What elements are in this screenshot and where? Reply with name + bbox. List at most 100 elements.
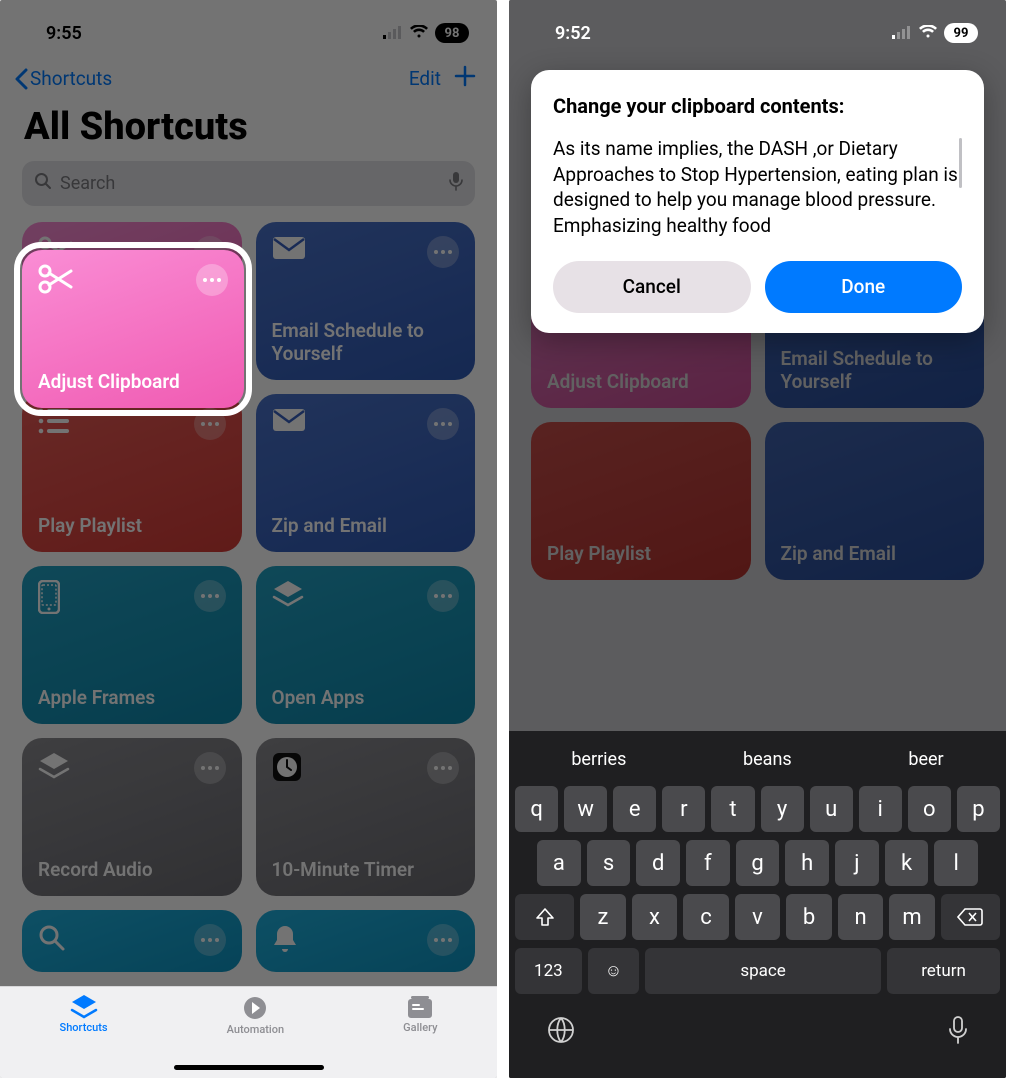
clock-icon	[272, 752, 302, 786]
suggestion-bar: berries beans beer	[509, 741, 1006, 782]
key-m[interactable]: m	[889, 894, 935, 940]
dialog-title: Change your clipboard contents:	[553, 94, 962, 118]
status-time: 9:55	[46, 23, 82, 44]
shortcut-label: Email Schedule to Yourself	[272, 320, 460, 366]
shortcut-card[interactable]: Open Apps	[256, 566, 476, 724]
shortcut-card[interactable]: Record Audio	[22, 738, 242, 896]
edit-button[interactable]: Edit	[409, 67, 441, 90]
phone-frame-icon	[38, 580, 60, 618]
more-icon[interactable]	[427, 408, 459, 440]
more-icon[interactable]	[427, 752, 459, 784]
add-button[interactable]	[453, 64, 477, 93]
more-icon[interactable]	[427, 924, 459, 956]
emoji-key[interactable]: ☺	[588, 948, 639, 994]
shortcut-card-highlight[interactable]: Adjust Clipboard	[22, 250, 244, 408]
more-icon[interactable]	[427, 580, 459, 612]
search-placeholder: Search	[60, 173, 115, 194]
more-icon[interactable]	[194, 408, 226, 440]
more-icon[interactable]	[194, 752, 226, 784]
shortcut-card[interactable]: Zip and Email	[256, 394, 476, 552]
key-y[interactable]: y	[761, 786, 804, 832]
back-label: Shortcuts	[30, 67, 112, 90]
key-s[interactable]: s	[587, 840, 631, 886]
shortcut-label: Open Apps	[272, 687, 460, 710]
suggestion[interactable]: berries	[571, 749, 626, 770]
key-w[interactable]: w	[564, 786, 607, 832]
key-c[interactable]: c	[683, 894, 729, 940]
more-icon[interactable]	[427, 236, 459, 268]
key-q[interactable]: q	[515, 786, 558, 832]
key-v[interactable]: v	[735, 894, 781, 940]
wifi-icon	[918, 23, 938, 44]
key-t[interactable]: t	[711, 786, 754, 832]
wifi-icon	[409, 23, 429, 44]
tab-gallery[interactable]: Gallery	[403, 995, 437, 1078]
done-button[interactable]: Done	[765, 261, 963, 313]
shortcut-card[interactable]: Play Playlist	[22, 394, 242, 552]
key-g[interactable]: g	[736, 840, 780, 886]
shortcut-card[interactable]: Apple Frames	[22, 566, 242, 724]
shortcut-card[interactable]	[22, 910, 242, 972]
key-r[interactable]: r	[662, 786, 705, 832]
key-x[interactable]: x	[632, 894, 678, 940]
shortcut-label: Record Audio	[38, 859, 226, 882]
scrollbar-thumb[interactable]	[959, 138, 962, 188]
shortcut-card: Zip and Email	[765, 422, 985, 580]
status-bar: 9:52 99	[509, 0, 1006, 54]
status-time: 9:52	[555, 23, 591, 44]
envelope-icon	[272, 408, 306, 436]
key-u[interactable]: u	[810, 786, 853, 832]
battery-badge: 99	[944, 23, 978, 43]
key-a[interactable]: a	[537, 840, 581, 886]
dictation-icon[interactable]	[948, 1016, 968, 1048]
cell-signal-icon	[892, 23, 912, 44]
shortcut-card[interactable]: 10-Minute Timer	[256, 738, 476, 896]
prompt-dialog: Change your clipboard contents: As its n…	[531, 70, 984, 333]
shift-key[interactable]	[515, 894, 574, 940]
key-b[interactable]: b	[786, 894, 832, 940]
return-key[interactable]: return	[887, 948, 1000, 994]
search-icon	[34, 172, 52, 195]
backspace-key[interactable]	[941, 894, 1000, 940]
shortcut-label: Play Playlist	[38, 515, 226, 538]
key-i[interactable]: i	[859, 786, 902, 832]
dialog-textarea[interactable]: As its name implies, the DASH ,or Dietar…	[553, 136, 962, 239]
key-h[interactable]: h	[785, 840, 829, 886]
shortcut-card: Play Playlist	[531, 422, 751, 580]
space-key[interactable]: space	[645, 948, 881, 994]
layers-icon	[38, 752, 70, 784]
shortcut-card[interactable]: Email Schedule to Yourself	[256, 222, 476, 380]
key-p[interactable]: p	[957, 786, 1000, 832]
key-f[interactable]: f	[686, 840, 730, 886]
key-l[interactable]: l	[934, 840, 978, 886]
bell-icon	[272, 924, 298, 958]
keyboard: berries beans beer q w e r t y u i o p a…	[509, 731, 1006, 1078]
back-button[interactable]: Shortcuts	[14, 67, 112, 90]
cell-signal-icon	[383, 23, 403, 44]
key-z[interactable]: z	[580, 894, 626, 940]
page-title: All Shortcuts	[0, 101, 497, 161]
search-input[interactable]: Search	[22, 161, 475, 206]
key-d[interactable]: d	[636, 840, 680, 886]
tab-shortcuts[interactable]: Shortcuts	[60, 995, 108, 1078]
key-n[interactable]: n	[838, 894, 884, 940]
home-indicator[interactable]	[174, 1065, 324, 1070]
shortcut-card[interactable]	[256, 910, 476, 972]
key-j[interactable]: j	[835, 840, 879, 886]
numbers-key[interactable]: 123	[515, 948, 582, 994]
key-k[interactable]: k	[885, 840, 929, 886]
key-e[interactable]: e	[613, 786, 656, 832]
more-icon[interactable]	[194, 924, 226, 956]
globe-icon[interactable]	[547, 1016, 575, 1048]
key-o[interactable]: o	[908, 786, 951, 832]
envelope-icon	[272, 236, 306, 264]
mic-icon[interactable]	[449, 171, 463, 196]
suggestion[interactable]: beans	[743, 749, 792, 770]
suggestion[interactable]: beer	[908, 749, 943, 770]
shortcut-label: Adjust Clipboard	[38, 371, 228, 394]
phone-right: Adjust Clipboard Email Schedule to Yours…	[509, 0, 1006, 1078]
cancel-button[interactable]: Cancel	[553, 261, 751, 313]
scissors-icon	[38, 264, 74, 298]
more-icon[interactable]	[196, 264, 228, 296]
more-icon[interactable]	[194, 580, 226, 612]
